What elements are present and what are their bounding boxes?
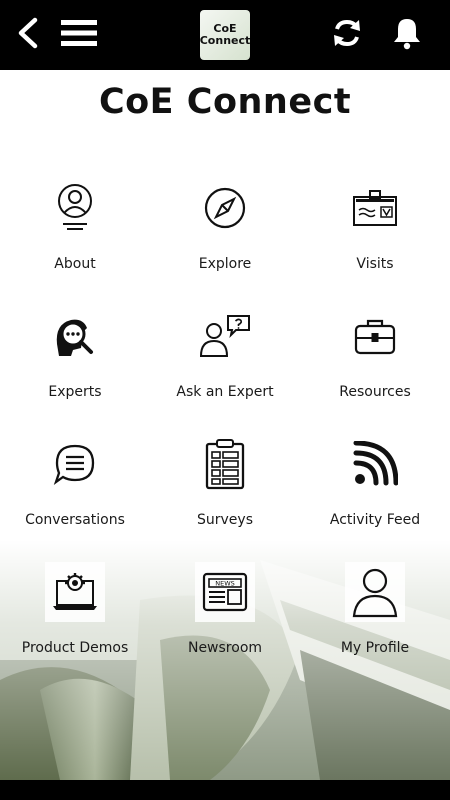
- menu-button[interactable]: [56, 0, 102, 70]
- tile-label: Explore: [198, 256, 252, 272]
- bottom-bar: [0, 780, 450, 800]
- logo-line-2: Connect: [199, 34, 251, 47]
- tile-label: Resources: [339, 384, 411, 400]
- back-button[interactable]: [8, 0, 48, 70]
- tile-label: Conversations: [25, 512, 125, 528]
- tile-surveys[interactable]: Surveys: [150, 426, 300, 554]
- rss-icon: [345, 434, 405, 494]
- tile-label: Ask an Expert: [176, 384, 274, 400]
- tile-newsroom[interactable]: NEWS Newsroom: [150, 554, 300, 682]
- tile-activity-feed[interactable]: Activity Feed: [300, 426, 450, 554]
- tile-visits[interactable]: Visits: [300, 170, 450, 298]
- sync-button[interactable]: [324, 0, 370, 70]
- tile-resources[interactable]: Resources: [300, 298, 450, 426]
- sync-icon: [331, 17, 363, 53]
- newspaper-icon: NEWS: [195, 562, 255, 622]
- compass-icon: [195, 178, 255, 238]
- chevron-left-icon: [15, 17, 41, 53]
- chat-bubble-icon: [45, 434, 105, 494]
- app-logo: CoE Connect: [200, 10, 250, 60]
- hamburger-menu-icon: [59, 17, 99, 53]
- tile-conversations[interactable]: Conversations: [0, 426, 150, 554]
- tile-label: Surveys: [197, 512, 253, 528]
- expert-search-icon: [45, 306, 105, 366]
- laptop-gear-icon: [45, 562, 105, 622]
- tile-explore[interactable]: Explore: [150, 170, 300, 298]
- tile-my-profile[interactable]: My Profile: [300, 554, 450, 682]
- tile-experts[interactable]: Experts: [0, 298, 150, 426]
- tile-label: Activity Feed: [329, 512, 421, 528]
- clipboard-icon: [195, 434, 255, 494]
- tile-label: Visits: [356, 256, 394, 272]
- user-icon: [345, 562, 405, 622]
- tile-label: Product Demos: [21, 640, 129, 656]
- tile-label: Newsroom: [187, 640, 263, 656]
- badge-icon: [345, 178, 405, 238]
- person-question-icon: [195, 306, 255, 366]
- tile-label: My Profile: [340, 640, 410, 656]
- notifications-button[interactable]: [382, 0, 432, 70]
- tile-product-demos[interactable]: Product Demos: [0, 554, 150, 682]
- page-title: CoE Connect: [98, 82, 352, 122]
- briefcase-icon: [345, 306, 405, 366]
- tile-about[interactable]: About: [0, 170, 150, 298]
- svg-text:NEWS: NEWS: [215, 580, 235, 588]
- bell-icon: [391, 16, 423, 54]
- tile-label: Experts: [48, 384, 102, 400]
- top-bar: CoE Connect: [0, 0, 450, 70]
- tile-label: About: [54, 256, 96, 272]
- tile-ask-an-expert[interactable]: Ask an Expert: [150, 298, 300, 426]
- person-circle-icon: [45, 178, 105, 238]
